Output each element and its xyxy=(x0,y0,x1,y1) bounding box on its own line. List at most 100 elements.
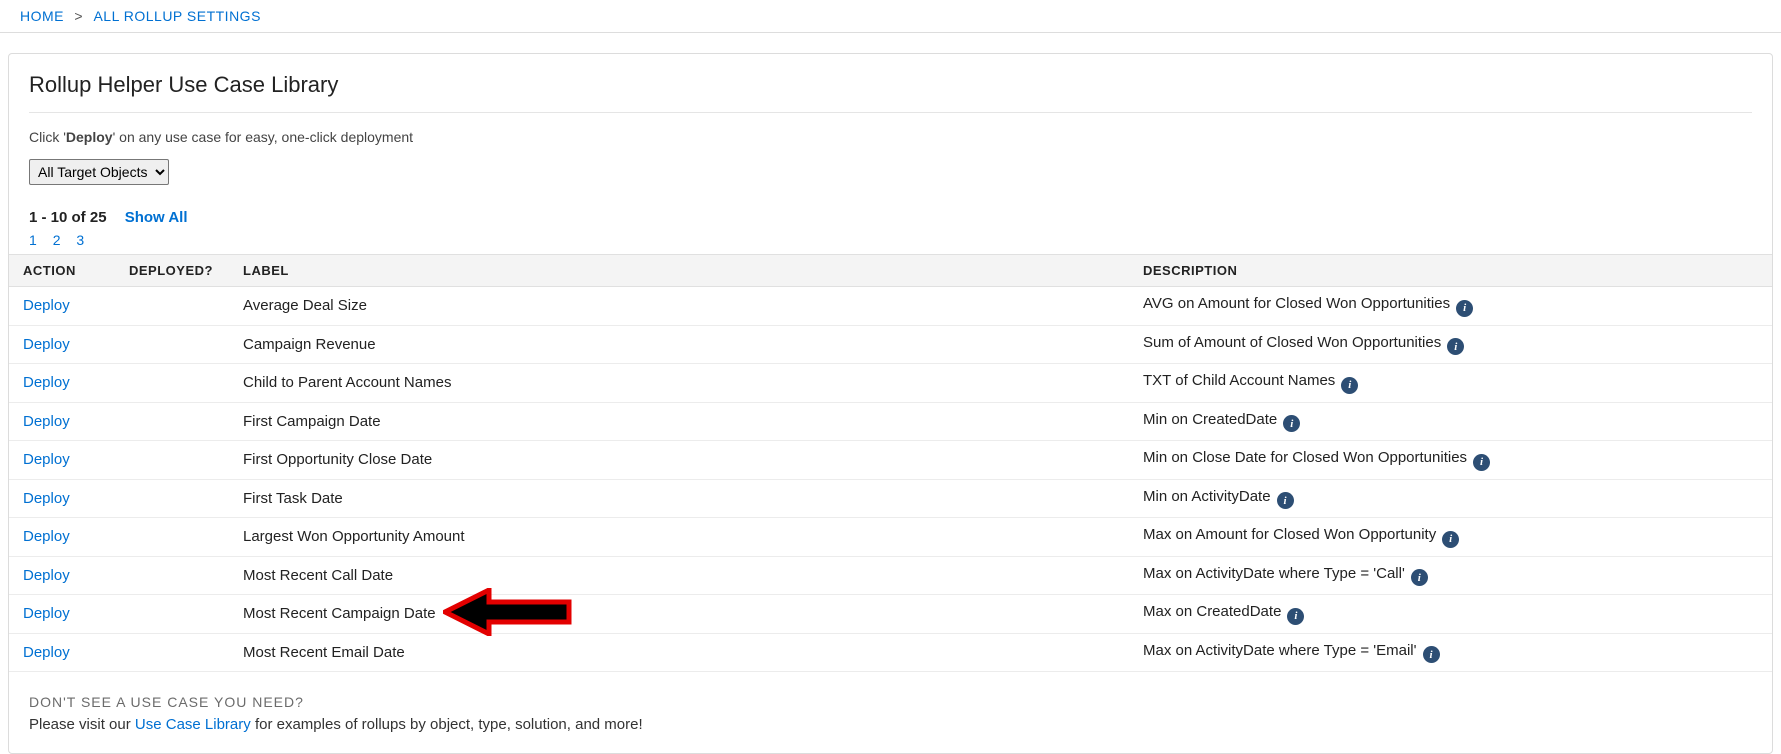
deploy-link[interactable]: Deploy xyxy=(23,567,70,584)
info-icon[interactable]: i xyxy=(1287,608,1304,625)
description-text: Min on CreatedDate xyxy=(1143,411,1277,428)
deploy-link[interactable]: Deploy xyxy=(23,336,70,353)
deployed-cell xyxy=(119,633,233,672)
info-icon[interactable]: i xyxy=(1442,531,1459,548)
deployed-cell xyxy=(119,556,233,595)
show-all-link[interactable]: Show All xyxy=(125,209,188,226)
description-cell: Max on Amount for Closed Won Opportunity… xyxy=(1133,518,1772,557)
use-case-library-link[interactable]: Use Case Library xyxy=(135,716,251,733)
deployed-cell xyxy=(119,325,233,364)
table-row: Deploy Campaign Revenue Sum of Amount of C… xyxy=(9,325,1772,364)
description-cell: Min on ActivityDate i xyxy=(1133,479,1772,518)
label-cell: Campaign Revenue xyxy=(233,325,1133,364)
label-cell: Most Recent Campaign Date xyxy=(233,595,1133,634)
label-cell: Most Recent Email Date xyxy=(233,633,1133,672)
deploy-instruction: Click 'Deploy' on any use case for easy,… xyxy=(29,129,1752,145)
label-cell: First Opportunity Close Date xyxy=(233,441,1133,480)
description-text: Min on ActivityDate xyxy=(1143,488,1271,505)
breadcrumb-sep: > xyxy=(74,8,83,24)
description-cell: Min on Close Date for Closed Won Opportu… xyxy=(1133,441,1772,480)
info-icon[interactable]: i xyxy=(1411,569,1428,586)
info-icon[interactable]: i xyxy=(1423,646,1440,663)
table-row: DeployMost Recent Call DateMax on Activi… xyxy=(9,556,1772,595)
footer-text: Please visit our Use Case Library for ex… xyxy=(29,716,1752,733)
page-numbers: 1 2 3 xyxy=(29,232,1752,248)
label-cell: Largest Won Opportunity Amount xyxy=(233,518,1133,557)
instruction-bold: Deploy xyxy=(66,129,113,145)
instruction-post: ' on any use case for easy, one-click de… xyxy=(113,129,413,145)
description-cell: Max on ActivityDate where Type = 'Call' i xyxy=(1133,556,1772,595)
description-cell: Max on CreatedDate i xyxy=(1133,595,1772,634)
main-panel: Rollup Helper Use Case Library Click 'De… xyxy=(8,53,1773,754)
description-cell: Max on ActivityDate where Type = 'Email'… xyxy=(1133,633,1772,672)
info-icon[interactable]: i xyxy=(1341,377,1358,394)
paginator: 1 - 10 of 25 Show All 1 2 3 xyxy=(29,209,1752,248)
description-text: TXT of Child Account Names xyxy=(1143,372,1335,389)
info-icon[interactable]: i xyxy=(1277,492,1294,509)
deploy-link[interactable]: Deploy xyxy=(23,413,70,430)
page-title: Rollup Helper Use Case Library xyxy=(29,72,1752,113)
description-text: Max on ActivityDate where Type = 'Email' xyxy=(1143,642,1417,659)
deployed-cell xyxy=(119,287,233,326)
arrow-annotation-icon xyxy=(443,588,573,640)
table-row: DeployMost Recent Campaign DateMax on Cr… xyxy=(9,595,1772,634)
deployed-cell xyxy=(119,441,233,480)
instruction-pre: Click ' xyxy=(29,129,66,145)
deployed-cell xyxy=(119,364,233,403)
target-object-select[interactable]: All Target Objects xyxy=(29,159,169,185)
table-row: Deploy Largest Won Opportunity AmountMax … xyxy=(9,518,1772,557)
footer-block: DON'T SEE A USE CASE YOU NEED? Please vi… xyxy=(9,694,1772,733)
deploy-link[interactable]: Deploy xyxy=(23,528,70,545)
page-link-3[interactable]: 3 xyxy=(76,232,84,248)
deploy-link[interactable]: Deploy xyxy=(23,605,70,622)
page-link-2[interactable]: 2 xyxy=(53,232,61,248)
use-case-table: ACTION DEPLOYED? LABEL DESCRIPTION Deplo… xyxy=(9,254,1772,672)
col-deployed: DEPLOYED? xyxy=(119,255,233,287)
description-cell: Sum of Amount of Closed Won Opportunitie… xyxy=(1133,325,1772,364)
label-cell: First Campaign Date xyxy=(233,402,1133,441)
deploy-link[interactable]: Deploy xyxy=(23,374,70,391)
footer-text-post: for examples of rollups by object, type,… xyxy=(251,716,643,733)
deploy-link[interactable]: Deploy xyxy=(23,490,70,507)
label-cell: Most Recent Call Date xyxy=(233,556,1133,595)
description-cell: AVG on Amount for Closed Won Opportuniti… xyxy=(1133,287,1772,326)
table-row: Deploy First Opportunity Close Date Min on… xyxy=(9,441,1772,480)
description-cell: Min on CreatedDate i xyxy=(1133,402,1772,441)
description-text: Min on Close Date for Closed Won Opportu… xyxy=(1143,449,1467,466)
info-icon[interactable]: i xyxy=(1447,338,1464,355)
info-icon[interactable]: i xyxy=(1283,415,1300,432)
table-row: DeployFirst Campaign DateMin on CreatedD… xyxy=(9,402,1772,441)
breadcrumb-home[interactable]: HOME xyxy=(20,8,64,24)
deployed-cell xyxy=(119,518,233,557)
description-text: Max on CreatedDate xyxy=(1143,603,1281,620)
breadcrumb-current[interactable]: ALL ROLLUP SETTINGS xyxy=(93,8,260,24)
table-header-row: ACTION DEPLOYED? LABEL DESCRIPTION xyxy=(9,255,1772,287)
page-link-1[interactable]: 1 xyxy=(29,232,37,248)
table-row: DeployMost Recent Email DateMax on Activ… xyxy=(9,633,1772,672)
col-action: ACTION xyxy=(9,255,119,287)
description-text: Sum of Amount of Closed Won Opportunitie… xyxy=(1143,334,1441,351)
col-label: LABEL xyxy=(233,255,1133,287)
description-cell: TXT of Child Account Names i xyxy=(1133,364,1772,403)
deployed-cell xyxy=(119,402,233,441)
table-row: DeployChild to Parent Account NamesTXT o… xyxy=(9,364,1772,403)
description-text: AVG on Amount for Closed Won Opportuniti… xyxy=(1143,295,1450,312)
deployed-cell xyxy=(119,479,233,518)
info-icon[interactable]: i xyxy=(1473,454,1490,471)
footer-text-pre: Please visit our xyxy=(29,716,135,733)
label-cell: Average Deal Size xyxy=(233,287,1133,326)
deploy-link[interactable]: Deploy xyxy=(23,451,70,468)
label-cell: First Task Date xyxy=(233,479,1133,518)
description-text: Max on ActivityDate where Type = 'Call' xyxy=(1143,565,1405,582)
breadcrumb: HOME > ALL ROLLUP SETTINGS xyxy=(0,0,1781,33)
footer-heading: DON'T SEE A USE CASE YOU NEED? xyxy=(29,694,1752,710)
deploy-link[interactable]: Deploy xyxy=(23,644,70,661)
deploy-link[interactable]: Deploy xyxy=(23,297,70,314)
info-icon[interactable]: i xyxy=(1456,300,1473,317)
col-description: DESCRIPTION xyxy=(1133,255,1772,287)
table-row: DeployFirst Task DateMin on ActivityDate… xyxy=(9,479,1772,518)
table-row: Deploy Average Deal Size AVG on Amount for… xyxy=(9,287,1772,326)
pagination-range: 1 - 10 of 25 xyxy=(29,209,107,226)
deployed-cell xyxy=(119,595,233,634)
label-cell: Child to Parent Account Names xyxy=(233,364,1133,403)
